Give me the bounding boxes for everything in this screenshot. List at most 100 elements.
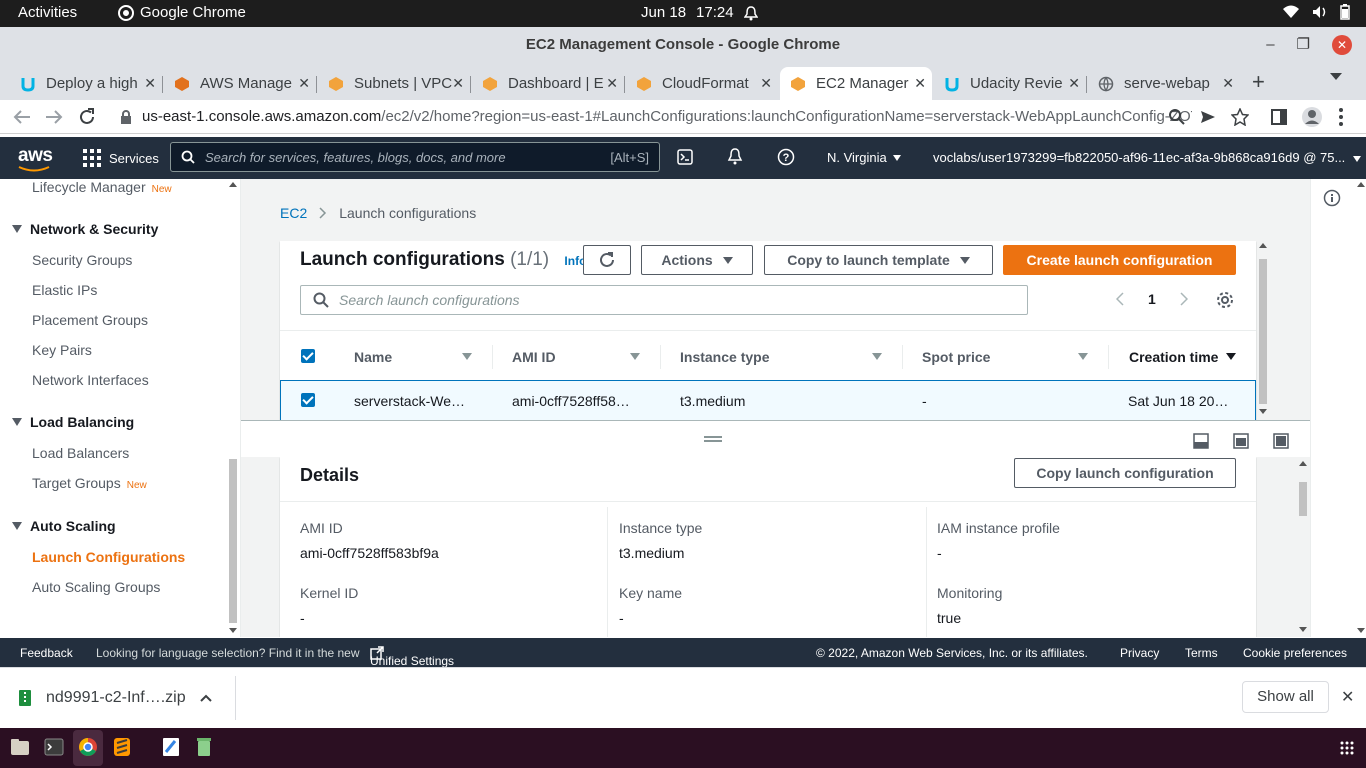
lock-icon[interactable]: [120, 110, 132, 124]
column-header-ami-id[interactable]: AMI ID: [512, 349, 556, 365]
sidebar-item-load-balancers[interactable]: Load Balancers: [32, 445, 129, 461]
breadcrumb-ec2-link[interactable]: EC2: [280, 205, 307, 221]
browser-tab[interactable]: Subnets | VPC ✕: [318, 67, 471, 100]
aws-logo[interactable]: aws: [18, 145, 53, 167]
tab-close-icon[interactable]: ✕: [298, 75, 310, 92]
actions-button[interactable]: Actions: [641, 245, 753, 275]
info-icon[interactable]: [1323, 189, 1341, 207]
sidebar-item-network-interfaces[interactable]: Network Interfaces: [32, 372, 149, 388]
reload-icon[interactable]: [78, 108, 96, 126]
sidebar-item-auto-scaling-groups[interactable]: Auto Scaling Groups: [32, 579, 160, 595]
split-full-icon[interactable]: [1273, 433, 1289, 449]
feedback-link[interactable]: Feedback: [20, 646, 73, 660]
services-menu[interactable]: Services: [83, 149, 159, 167]
browser-tab[interactable]: Udacity Revie ✕: [934, 67, 1087, 100]
sidebar-item-lifecycle-manager[interactable]: Lifecycle Manager New: [32, 179, 172, 195]
zoom-icon[interactable]: [1169, 109, 1185, 125]
chrome-menu-icon[interactable]: [1339, 108, 1343, 126]
clock[interactable]: Jun 18 17:24: [641, 4, 758, 21]
sort-icon[interactable]: [630, 353, 640, 360]
tab-close-icon[interactable]: ✕: [914, 75, 926, 92]
split-bottom-icon[interactable]: [1193, 433, 1209, 449]
sidebar-item-placement-groups[interactable]: Placement Groups: [32, 312, 148, 328]
tab-close-icon[interactable]: ✕: [1222, 75, 1234, 92]
files-icon[interactable]: [10, 738, 30, 756]
sidebar-item-elastic-ips[interactable]: Elastic IPs: [32, 282, 97, 298]
forward-icon[interactable]: [45, 109, 63, 125]
chevron-up-icon[interactable]: [199, 694, 212, 702]
browser-tab-active[interactable]: EC2 Manager ✕: [780, 67, 932, 100]
notifications-bell-icon[interactable]: [727, 148, 743, 166]
side-panel-icon[interactable]: [1271, 109, 1287, 125]
bookmark-star-icon[interactable]: [1231, 108, 1249, 126]
account-menu[interactable]: voclabs/user1973299=fb822050-af96-11ec-a…: [933, 150, 1361, 165]
tab-search-icon[interactable]: [1330, 73, 1342, 80]
column-header-spot-price[interactable]: Spot price: [922, 349, 990, 365]
split-side-icon[interactable]: [1233, 433, 1249, 449]
page-scrollbar[interactable]: [1355, 179, 1366, 637]
browser-tab[interactable]: CloudFormat ✕: [626, 67, 778, 100]
sidebar-item-target-groups[interactable]: Target Groups New: [32, 475, 147, 491]
terminal-icon[interactable]: [44, 738, 64, 756]
app-grid-icon[interactable]: [1340, 741, 1354, 755]
sort-icon[interactable]: [1078, 353, 1088, 360]
details-scrollbar[interactable]: [1298, 458, 1308, 636]
help-icon[interactable]: ?: [777, 148, 795, 166]
column-header-name[interactable]: Name: [354, 349, 392, 365]
tab-close-icon[interactable]: ✕: [1068, 75, 1080, 92]
app-menu[interactable]: Google Chrome: [118, 4, 246, 21]
terms-link[interactable]: Terms: [1185, 646, 1218, 660]
chevron-left-icon[interactable]: [1116, 292, 1124, 306]
region-selector[interactable]: N. Virginia: [827, 150, 901, 165]
close-download-shelf-icon[interactable]: ✕: [1341, 687, 1354, 707]
minimize-icon[interactable]: –: [1266, 27, 1274, 63]
sort-icon[interactable]: [872, 353, 882, 360]
send-icon[interactable]: [1200, 110, 1216, 124]
browser-tab[interactable]: Dashboard | E ✕: [472, 67, 625, 100]
profile-avatar-icon[interactable]: [1301, 106, 1323, 128]
column-header-instance-type[interactable]: Instance type: [680, 349, 769, 365]
browser-tab[interactable]: serve-webap ✕: [1088, 67, 1240, 100]
browser-tab[interactable]: AWS Manage ✕: [164, 67, 317, 100]
sidebar-scrollbar[interactable]: [228, 179, 238, 637]
system-tray[interactable]: [1282, 4, 1350, 20]
page-number[interactable]: 1: [1148, 291, 1156, 307]
activities-button[interactable]: Activities: [18, 4, 77, 21]
sidebar-item-key-pairs[interactable]: Key Pairs: [32, 342, 92, 358]
new-tab-icon[interactable]: +: [1252, 69, 1265, 95]
sublime-text-icon[interactable]: [113, 737, 131, 757]
download-item[interactable]: nd9991-c2-Inf….zip: [18, 682, 212, 714]
back-icon[interactable]: [13, 109, 31, 125]
cookie-preferences-link[interactable]: Cookie preferences: [1243, 646, 1347, 660]
tab-close-icon[interactable]: ✕: [452, 75, 464, 92]
chrome-dock-icon[interactable]: [78, 737, 98, 757]
cloudshell-icon[interactable]: [677, 149, 693, 165]
tab-close-icon[interactable]: ✕: [144, 75, 156, 92]
row-checkbox[interactable]: [301, 393, 315, 407]
aws-search-input[interactable]: Search for services, features, blogs, do…: [170, 142, 660, 172]
sort-icon[interactable]: [462, 353, 472, 360]
chevron-right-icon[interactable]: [1180, 292, 1188, 306]
address-bar[interactable]: us-east-1.console.aws.amazon.com/ec2/v2/…: [142, 105, 1192, 129]
refresh-button[interactable]: [583, 245, 631, 275]
privacy-link[interactable]: Privacy: [1120, 646, 1159, 660]
unified-settings-link[interactable]: Unified Settings: [370, 646, 454, 668]
settings-gear-icon[interactable]: [1216, 291, 1234, 309]
create-launch-configuration-button[interactable]: Create launch configuration: [1003, 245, 1236, 275]
copy-launch-configuration-button[interactable]: Copy launch configuration: [1014, 458, 1236, 488]
table-scrollbar[interactable]: [1258, 241, 1268, 416]
column-header-creation-time[interactable]: Creation time: [1129, 349, 1218, 365]
show-all-button[interactable]: Show all: [1242, 681, 1329, 713]
sidebar-section-load-balancing[interactable]: Load Balancing: [12, 414, 134, 430]
launch-config-search-input[interactable]: Search launch configurations: [300, 285, 1028, 315]
split-panel-divider[interactable]: [241, 420, 1310, 457]
window-close-icon[interactable]: ✕: [1332, 35, 1352, 55]
sort-desc-icon[interactable]: [1226, 353, 1236, 360]
trash-icon[interactable]: [196, 737, 212, 757]
tab-close-icon[interactable]: ✕: [606, 75, 618, 92]
sidebar-section-network-security[interactable]: Network & Security: [12, 221, 158, 237]
copy-to-launch-template-button[interactable]: Copy to launch template: [764, 245, 993, 275]
text-editor-icon[interactable]: [162, 737, 180, 757]
sidebar-item-launch-configurations[interactable]: Launch Configurations: [32, 549, 185, 565]
table-row[interactable]: serverstack-We… ami-0cff7528ff58… t3.med…: [280, 380, 1256, 421]
